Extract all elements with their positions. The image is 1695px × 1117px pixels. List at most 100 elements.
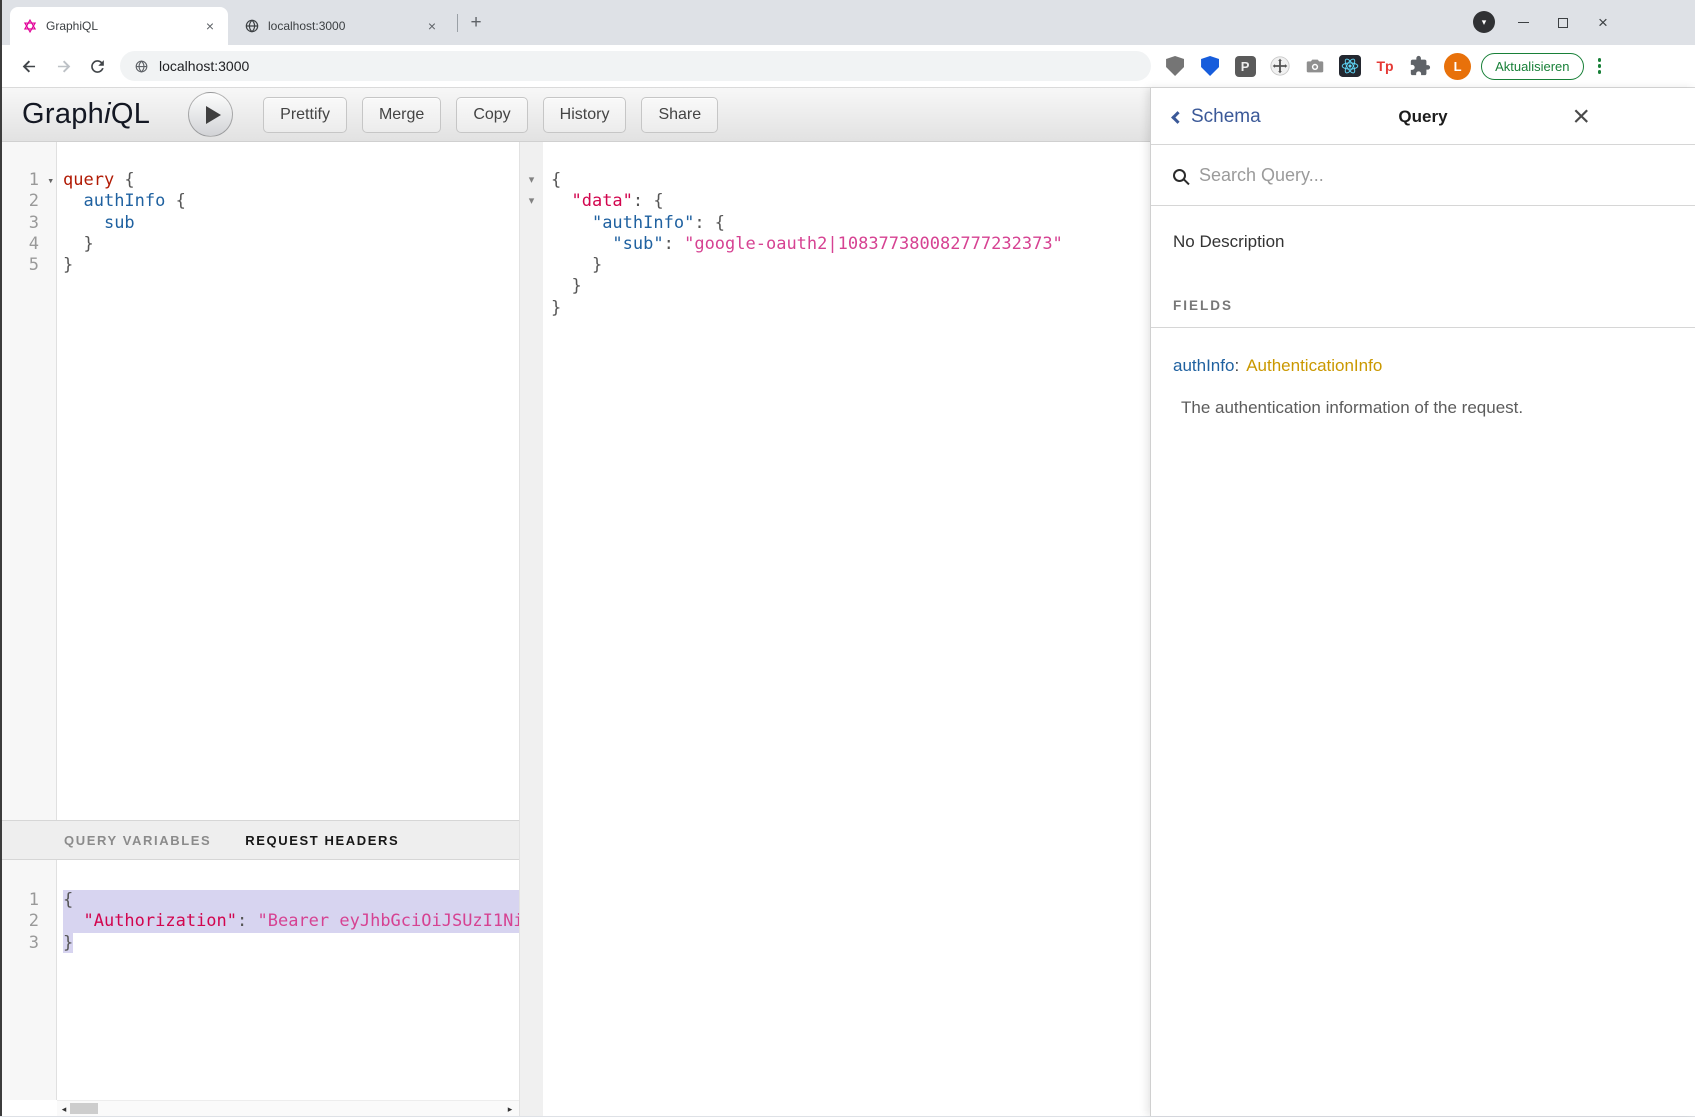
tab-search-icon[interactable]: ▾: [1473, 11, 1495, 33]
query-editor[interactable]: 1▾2345 query { authInfo { sub }}: [2, 142, 519, 820]
tab-query-variables[interactable]: QUERY VARIABLES: [64, 833, 211, 848]
camera-extension-icon[interactable]: [1303, 54, 1327, 78]
fold-arrow-icon[interactable]: ▾: [520, 191, 543, 212]
browser-tab-graphiql[interactable]: GraphiQL ×: [10, 7, 228, 45]
fold-slot: [520, 213, 543, 234]
line-number: 4: [2, 234, 56, 255]
forward-icon: [49, 52, 77, 80]
code-line: "authInfo": {: [551, 213, 1150, 234]
query-code[interactable]: query { authInfo { sub }}: [57, 142, 519, 820]
chevron-left-icon: [1171, 111, 1184, 124]
graphiql-app: GraphiQL Prettify Merge Copy History Sha…: [2, 88, 1695, 1116]
code-line: }: [63, 234, 519, 255]
ublock-origin-icon[interactable]: [1163, 54, 1187, 78]
bitwarden-icon[interactable]: [1198, 54, 1222, 78]
graphiql-logo: GraphiQL: [22, 98, 150, 131]
doc-close-icon[interactable]: ×: [1572, 88, 1590, 145]
secondary-editor-tabs: QUERY VARIABLES REQUEST HEADERS: [2, 820, 519, 860]
doc-search-row: [1151, 145, 1695, 206]
merge-button[interactable]: Merge: [362, 97, 441, 133]
copy-button[interactable]: Copy: [456, 97, 527, 133]
editors-row: 1▾2345 query { authInfo { sub }} QUERY V…: [2, 142, 1150, 1116]
line-number: 1▾: [2, 170, 56, 191]
close-window-button[interactable]: ×: [1583, 0, 1623, 45]
no-description-text: No Description: [1173, 232, 1673, 252]
address-bar[interactable]: localhost:3000: [120, 51, 1151, 81]
fold-gutter: ▾▾: [520, 142, 543, 1116]
code-line: query {: [63, 170, 519, 191]
doc-search-input[interactable]: [1199, 165, 1673, 186]
field-row: authInfo: AuthenticationInfo: [1173, 356, 1673, 376]
code-line: "sub": "google-oauth2|108377380082777232…: [551, 234, 1150, 255]
query-pane: 1▾2345 query { authInfo { sub }} QUERY V…: [2, 142, 520, 1116]
address-bar-url: localhost:3000: [159, 58, 249, 74]
field-type-link[interactable]: AuthenticationInfo: [1246, 356, 1382, 375]
line-number: 5: [2, 255, 56, 276]
browser-titlebar: GraphiQL × localhost:3000 × + ▾ ×: [2, 0, 1695, 45]
line-number: 3: [2, 933, 56, 954]
tab-close-icon[interactable]: ×: [202, 18, 218, 34]
doc-back-label: Schema: [1191, 106, 1261, 128]
horizontal-scrollbar[interactable]: ◂ ▸: [57, 1100, 519, 1116]
tab-close-icon[interactable]: ×: [424, 18, 440, 34]
tab-divider: [457, 14, 458, 32]
dpad-extension-icon[interactable]: [1268, 54, 1292, 78]
minimize-button[interactable]: [1503, 0, 1543, 45]
globe-icon: [134, 59, 149, 74]
browser-update-button[interactable]: Aktualisieren: [1481, 53, 1583, 80]
p-extension-icon[interactable]: P: [1233, 54, 1257, 78]
prettify-button[interactable]: Prettify: [263, 97, 347, 133]
graphiql-topbar: GraphiQL Prettify Merge Copy History Sha…: [2, 88, 1150, 142]
code-line: }: [63, 255, 519, 276]
doc-explorer: Schema Query × No Description FIELDS aut…: [1150, 88, 1695, 1116]
browser-menu-icon[interactable]: [1592, 54, 1608, 78]
scroll-left-icon[interactable]: ◂: [57, 1101, 71, 1117]
fields-heading: FIELDS: [1151, 298, 1695, 328]
response-viewer: { "data": { "authInfo": { "sub": "google…: [543, 142, 1150, 1116]
search-icon: [1173, 169, 1186, 182]
fold-arrow-icon[interactable]: ▾: [520, 170, 543, 191]
line-number: 1: [2, 890, 56, 911]
browser-tab-localhost[interactable]: localhost:3000 ×: [232, 7, 450, 45]
tab-request-headers[interactable]: REQUEST HEADERS: [245, 833, 399, 848]
graphiql-favicon-icon: [22, 18, 38, 34]
field-name-link[interactable]: authInfo: [1173, 356, 1234, 375]
play-icon: [206, 106, 221, 124]
request-headers-editor[interactable]: 123 { "Authorization": "Bearer eyJhbGciO…: [2, 860, 519, 1100]
code-line: }: [551, 255, 1150, 276]
line-number: 2: [2, 191, 56, 212]
code-line: {: [63, 890, 519, 911]
doc-title: Query: [1398, 88, 1447, 145]
line-number-gutter: 123: [2, 860, 57, 1100]
tp-extension-icon[interactable]: Tp: [1373, 54, 1397, 78]
graphiql-main: GraphiQL Prettify Merge Copy History Sha…: [2, 88, 1150, 1116]
code-line: "Authorization": "Bearer eyJhbGciOiJSUzI…: [63, 911, 519, 932]
field-colon: :: [1234, 356, 1239, 375]
doc-body: No Description FIELDS authInfo: Authentic…: [1151, 206, 1695, 418]
scrollbar-thumb[interactable]: [70, 1103, 98, 1114]
share-button[interactable]: Share: [641, 97, 718, 133]
back-icon[interactable]: [15, 52, 43, 80]
tab-title: GraphiQL: [46, 19, 202, 33]
field-description: The authentication information of the re…: [1173, 398, 1673, 418]
maximize-button[interactable]: [1543, 0, 1583, 45]
code-line: }: [63, 933, 519, 954]
line-number: 2: [2, 911, 56, 932]
fold-arrow-icon[interactable]: ▾: [47, 170, 54, 191]
extensions-puzzle-icon[interactable]: [1408, 54, 1432, 78]
doc-back-link[interactable]: Schema: [1173, 88, 1261, 145]
reload-icon[interactable]: [83, 52, 111, 80]
tab-title: localhost:3000: [268, 19, 424, 33]
avatar[interactable]: L: [1444, 53, 1471, 80]
headers-code[interactable]: { "Authorization": "Bearer eyJhbGciOiJSU…: [57, 860, 519, 1100]
history-button[interactable]: History: [543, 97, 627, 133]
execute-button[interactable]: [188, 92, 233, 137]
line-number: 3: [2, 213, 56, 234]
window-controls: ×: [1503, 0, 1623, 45]
new-tab-button[interactable]: +: [464, 11, 488, 35]
scroll-right-icon[interactable]: ▸: [503, 1101, 517, 1117]
fold-slot: [520, 234, 543, 255]
react-devtools-icon[interactable]: [1338, 54, 1362, 78]
doc-explorer-header: Schema Query ×: [1151, 88, 1695, 145]
result-pane: ▾▾ { "data": { "authInfo": { "sub": "goo…: [520, 142, 1150, 1116]
